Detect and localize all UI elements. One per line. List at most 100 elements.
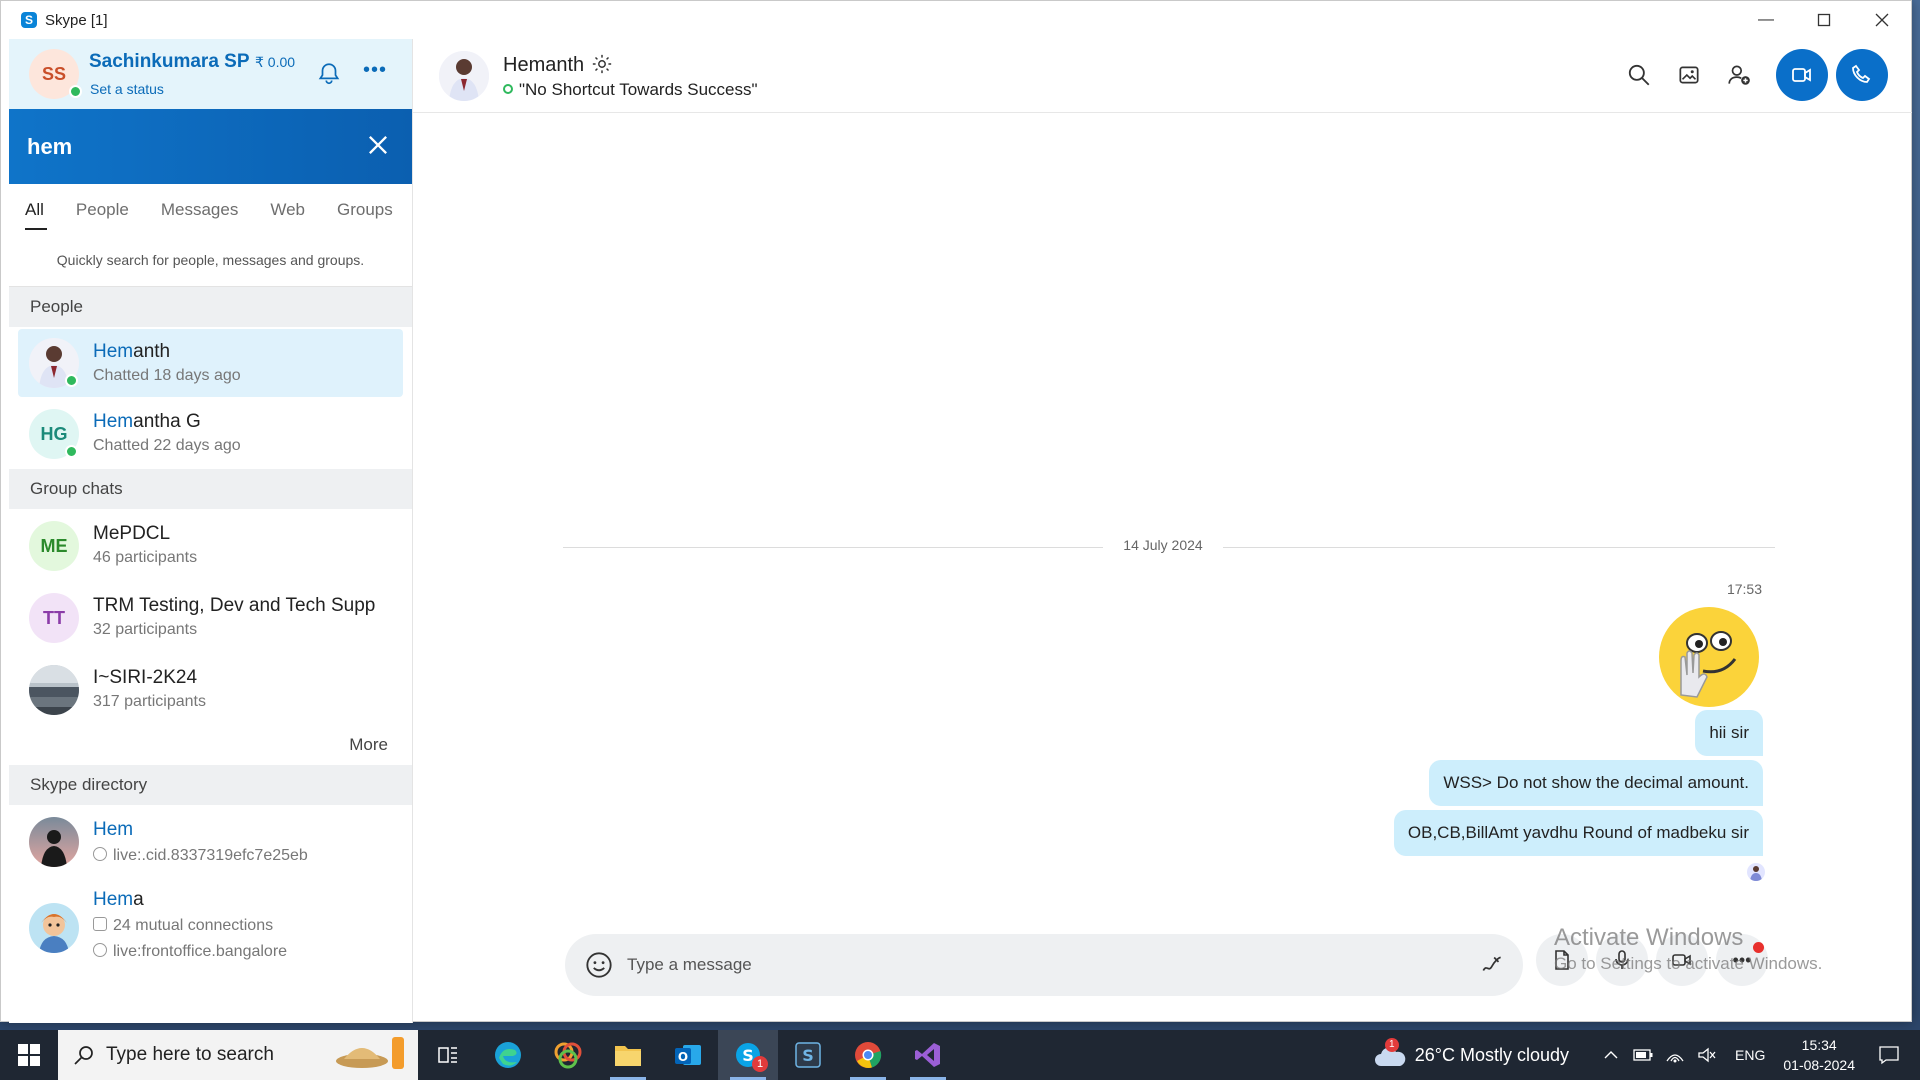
result-mutual: 24 mutual connections — [93, 917, 273, 935]
result-hemantha-g[interactable]: HG Hemantha G Chatted 22 days ago — [9, 397, 412, 469]
volume-muted-icon[interactable] — [1696, 1044, 1718, 1066]
contact-name[interactable]: Hemanth — [503, 54, 584, 77]
search-icon[interactable] — [1626, 62, 1652, 88]
wifi-icon[interactable] — [1664, 1044, 1686, 1066]
result-directory-hema[interactable]: Hema 24 mutual connections live:frontoff… — [9, 885, 412, 973]
format-pen-icon[interactable] — [1479, 951, 1505, 977]
more-groups-link[interactable]: More — [9, 725, 412, 765]
svg-text:O: O — [678, 1050, 688, 1064]
clock-date: 01-08-2024 — [1783, 1057, 1855, 1073]
gear-icon[interactable] — [591, 53, 613, 75]
result-group-mepdcl[interactable]: ME MePDCL 46 participants — [9, 509, 412, 581]
task-view-icon — [438, 1047, 457, 1063]
set-status-link[interactable]: Set a status — [90, 81, 164, 97]
contact-mood: "No Shortcut Towards Success" — [503, 80, 758, 100]
avatar-cartoon — [29, 903, 79, 953]
weather-widget[interactable]: 1 26°C Mostly cloudy — [1373, 1038, 1570, 1068]
weather-text: 26°C Mostly cloudy — [1414, 1044, 1570, 1065]
windows-logo-icon — [18, 1044, 40, 1066]
clear-search-icon[interactable] — [364, 131, 392, 159]
tab-groups[interactable]: Groups — [337, 200, 393, 220]
tab-all[interactable]: All — [25, 200, 47, 230]
presence-ring-icon — [503, 84, 513, 94]
result-directory-hem[interactable]: Hem live:.cid.8337319efc7e25eb — [9, 805, 412, 885]
start-button[interactable] — [0, 1030, 58, 1080]
message-bubble[interactable]: WSS> Do not show the decimal amount. — [1429, 760, 1763, 806]
result-skype-id: live:frontoffice.bangalore — [93, 943, 287, 961]
taskbar-sublime-app[interactable]: S — [778, 1030, 838, 1080]
chat-header: Hemanth "No Shortcut Towards Success" — [413, 39, 1912, 113]
result-name: Hemanth — [93, 341, 171, 362]
result-subtitle: 32 participants — [93, 621, 198, 638]
edge-icon — [495, 1042, 521, 1068]
taskbar-outlook[interactable]: O — [658, 1030, 718, 1080]
message-composer — [565, 934, 1523, 996]
search-highlight-icon — [336, 1037, 404, 1069]
window-title: Skype [1] — [45, 11, 108, 29]
audio-call-button[interactable] — [1836, 49, 1888, 101]
taskbar-search[interactable] — [58, 1030, 418, 1080]
emoji-picker-icon[interactable] — [585, 951, 613, 979]
close-window-icon[interactable] — [1853, 1, 1911, 39]
section-group-chats: Group chats — [9, 469, 412, 509]
presence-dot — [65, 445, 78, 458]
system-clock[interactable]: 15:34 01-08-2024 — [1783, 1035, 1855, 1075]
tab-web[interactable]: Web — [270, 200, 305, 220]
result-subtitle: Chatted 22 days ago — [93, 437, 241, 454]
section-skype-directory: Skype directory — [9, 765, 412, 805]
taskbar-chrome[interactable] — [838, 1030, 898, 1080]
taskbar-search-input[interactable] — [106, 1040, 326, 1070]
video-call-button[interactable] — [1776, 49, 1828, 101]
tab-messages[interactable]: Messages — [161, 200, 238, 220]
task-view-button[interactable] — [418, 1030, 478, 1080]
tab-people[interactable]: People — [76, 200, 129, 220]
search-icon — [74, 1046, 93, 1065]
add-people-icon[interactable] — [1726, 62, 1752, 88]
taskbar-app-orange[interactable] — [538, 1030, 598, 1080]
watermark-line1: Activate Windows — [1554, 924, 1744, 951]
result-subtitle: 46 participants — [93, 549, 198, 566]
notifications-bell-icon[interactable] — [316, 61, 342, 87]
result-name: MePDCL — [93, 523, 171, 544]
battery-icon[interactable] — [1632, 1044, 1654, 1066]
more-options-icon[interactable]: ••• — [363, 59, 387, 82]
watermark-line2: Go to Settings to activate Windows. — [1554, 954, 1823, 973]
contact-avatar[interactable] — [439, 51, 489, 101]
message-input[interactable] — [627, 945, 1447, 985]
wave-emoji-icon[interactable] — [1657, 605, 1761, 709]
notifications-icon[interactable] — [1878, 1044, 1900, 1066]
skype-credit[interactable]: ₹ 0.00 — [255, 54, 295, 71]
minimize-icon[interactable]: — — [1737, 1, 1795, 39]
profile-header: SS Sachinkumara SP ₹ 0.00 Set a status •… — [9, 39, 412, 109]
result-subtitle: Chatted 18 days ago — [93, 367, 241, 384]
maximize-icon[interactable] — [1795, 1, 1853, 39]
taskbar-file-explorer[interactable] — [598, 1030, 658, 1080]
read-receipt-avatar — [1747, 863, 1765, 881]
chrome-icon — [855, 1042, 882, 1068]
result-group-trm[interactable]: TT TRM Testing, Dev and Tech Supp 32 par… — [9, 581, 412, 653]
window-controls: — — [1737, 1, 1911, 39]
visual-studio-icon — [915, 1043, 940, 1067]
video-camera-icon — [1792, 68, 1811, 82]
chat-header-actions — [1626, 49, 1912, 101]
search-input[interactable] — [27, 127, 347, 167]
result-skype-id: live:.cid.8337319efc7e25eb — [93, 847, 308, 865]
result-name: Hem — [93, 819, 134, 840]
search-tabs: All People Messages Web Groups — [9, 184, 412, 236]
taskbar-edge[interactable] — [478, 1030, 538, 1080]
language-indicator[interactable]: ENG — [1735, 1047, 1765, 1063]
result-group-siri[interactable]: I~SIRI-2K24 317 participants — [9, 653, 412, 725]
taskbar-skype[interactable]: S 1 — [718, 1030, 778, 1080]
date-label: 14 July 2024 — [1103, 537, 1223, 553]
show-hidden-icons-chevron-icon[interactable] — [1600, 1044, 1622, 1066]
result-hemanth[interactable]: Hemanth Chatted 18 days ago — [18, 329, 403, 397]
clock-time: 15:34 — [1801, 1037, 1837, 1053]
avatar-group-photo — [29, 665, 79, 715]
skype-window: S Skype [1] — SS Sachinkumara SP ₹ 0.00 … — [0, 0, 1912, 1023]
message-bubble[interactable]: hii sir — [1695, 710, 1763, 756]
taskbar-visual-studio[interactable] — [898, 1030, 958, 1080]
gallery-icon[interactable] — [1676, 62, 1702, 88]
phone-icon — [1852, 64, 1871, 83]
my-name[interactable]: Sachinkumara SP — [89, 51, 250, 73]
message-bubble[interactable]: OB,CB,BillAmt yavdhu Round of madbeku si… — [1393, 810, 1763, 856]
